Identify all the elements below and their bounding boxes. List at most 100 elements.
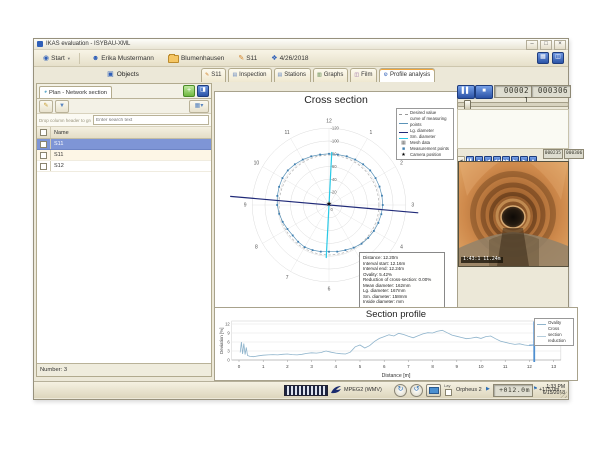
table-row[interactable]: S11	[37, 150, 211, 161]
legend-symbol	[537, 336, 546, 337]
camera-overlay-text: 1:43:1 11.24m	[461, 257, 503, 263]
svg-text:0: 0	[227, 358, 230, 363]
gear-icon: ⚙	[383, 72, 387, 79]
svg-text:10: 10	[478, 364, 484, 369]
legend-symbol	[399, 114, 408, 115]
row-checkbox[interactable]	[40, 163, 47, 170]
globe-icon: ◕	[44, 89, 47, 96]
person-icon: ☻	[92, 55, 99, 62]
minimize-button[interactable]: –	[526, 40, 538, 50]
tab-graphs[interactable]: ▥ Graphs	[313, 68, 348, 82]
toggle-panel-icon[interactable]: ◨	[197, 85, 209, 97]
tab-profile-analysis[interactable]: ⚙ Profile analysis	[379, 68, 435, 82]
svg-text:4: 4	[400, 244, 403, 250]
ribbon: ◉ Start ▼ ☻ Erika Mustermann Blumenhause…	[34, 50, 568, 67]
mini-counter-1: 000235	[543, 149, 563, 159]
svg-text:6: 6	[383, 364, 386, 369]
document-icon: ▤	[278, 72, 283, 79]
svg-text:1: 1	[370, 130, 373, 136]
title-bar[interactable]: IKAS evaluation - ISYBAU-XML – □ ×	[34, 39, 568, 50]
layout-icon[interactable]: ◫	[552, 52, 564, 64]
svg-text:11: 11	[503, 364, 508, 369]
pause-button[interactable]: ▌▌	[457, 85, 475, 99]
search-input[interactable]	[93, 115, 209, 125]
tab-plan-network-section[interactable]: ◕ Plan - Network section	[39, 86, 112, 98]
loop-icon[interactable]: ↻	[394, 384, 407, 397]
list-empty-area	[37, 172, 211, 363]
tab-stations[interactable]: ▤ Stations	[274, 68, 311, 82]
svg-text:★: ★	[326, 200, 332, 208]
filter-icon[interactable]: ▼	[55, 100, 69, 113]
name-column-header[interactable]: Name	[51, 130, 69, 136]
tab-inspection[interactable]: ▤ Inspection	[228, 68, 271, 82]
svg-text:2: 2	[400, 161, 403, 167]
meter-counter: +012.0m	[493, 384, 533, 397]
refresh-icon[interactable]: ↺	[410, 384, 423, 397]
section-profile-legend: Ovality Cross section reduction	[534, 318, 574, 346]
user-button[interactable]: ☻ Erika Mustermann	[87, 53, 159, 64]
maximize-button[interactable]: □	[540, 40, 552, 50]
device-label: Orpheus 2	[456, 387, 482, 393]
calendar-icon: ❖	[271, 55, 277, 62]
start-menu-button[interactable]: ◉ Start ▼	[38, 53, 76, 64]
svg-text:0: 0	[238, 364, 241, 369]
pipe-image	[459, 162, 568, 266]
tab-film[interactable]: ◫ Film	[350, 68, 377, 82]
tab-object[interactable]: ✎ S11	[201, 68, 226, 82]
document-icon: ▤	[232, 72, 237, 79]
legend-symbol	[399, 138, 408, 139]
app-icon	[37, 41, 43, 47]
objects-toolbar: ✎ ▼ ▦▾	[37, 99, 211, 114]
plan-tab-row: ◕ Plan - Network section + ◨	[37, 84, 211, 99]
svg-text:-40: -40	[331, 177, 338, 182]
frame-counter: 00002 1	[494, 85, 532, 98]
cross-section-chart: 121234567891011-20-40-60-80-100-1200★ Cr…	[214, 91, 458, 308]
filter-edit-icon[interactable]: ✎	[39, 100, 53, 113]
lay-checkbox[interactable]	[445, 389, 452, 396]
svg-text:-20: -20	[331, 190, 338, 195]
cube-icon: ▣	[107, 71, 114, 78]
y-axis-label: Deviation [%]	[219, 327, 224, 354]
network-icon[interactable]: ▦	[537, 52, 549, 64]
group-hint: Drop column header to group here	[39, 118, 91, 123]
legend-symbol	[399, 123, 408, 124]
add-button[interactable]: +	[183, 85, 195, 97]
pen-icon: ✎	[238, 55, 244, 62]
x-axis-label: Distance [m]	[215, 373, 577, 379]
section-profile-title: Section profile	[215, 309, 577, 320]
resize-grip[interactable]	[560, 391, 567, 398]
project-button[interactable]: Blumenhausen	[163, 51, 229, 65]
svg-text:7: 7	[407, 364, 410, 369]
stop-button[interactable]: ■	[475, 85, 493, 99]
table-row[interactable]: S12	[37, 161, 211, 172]
svg-text:9: 9	[456, 364, 459, 369]
view-dropdown-button[interactable]: ▦▾	[189, 100, 209, 113]
svg-text:6: 6	[328, 286, 331, 292]
date-button[interactable]: ❖ 4/26/2018	[266, 53, 313, 64]
monitor-button[interactable]	[426, 384, 441, 397]
video-seek-slider[interactable]	[457, 102, 569, 107]
measurement-info-box: Distance: 12.20m Interval start: 12.16m …	[359, 252, 445, 308]
svg-text:10: 10	[254, 161, 260, 167]
time-counter: 000306	[531, 85, 571, 98]
eagle-logo	[330, 385, 342, 395]
mini-counter-2: 000306	[564, 149, 584, 159]
filmstrip-icon	[284, 385, 328, 396]
window-title: IKAS evaluation - ISYBAU-XML	[46, 41, 130, 47]
object-button[interactable]: ✎ S11	[233, 53, 262, 64]
row-checkbox[interactable]	[40, 141, 47, 148]
svg-text:5: 5	[359, 364, 362, 369]
svg-text:9: 9	[227, 331, 230, 336]
select-all-checkbox[interactable]	[40, 129, 47, 136]
table-row[interactable]: S11	[37, 139, 211, 150]
grid-header[interactable]: Name	[37, 127, 211, 139]
desktop: IKAS evaluation - ISYBAU-XML – □ × ◉ Sta…	[0, 0, 600, 450]
app-window: IKAS evaluation - ISYBAU-XML – □ × ◉ Sta…	[33, 38, 569, 400]
row-checkbox[interactable]	[40, 152, 47, 159]
close-button[interactable]: ×	[554, 40, 566, 50]
svg-text:7: 7	[286, 275, 289, 281]
svg-text:8: 8	[255, 244, 258, 250]
main-tab-strip: ✎ S11 ▤ Inspection ▤ Stations ▥ Graphs ◫…	[201, 67, 437, 82]
svg-text:12: 12	[225, 322, 230, 327]
camera-view[interactable]: 1:43:1 11.24m	[458, 161, 569, 267]
